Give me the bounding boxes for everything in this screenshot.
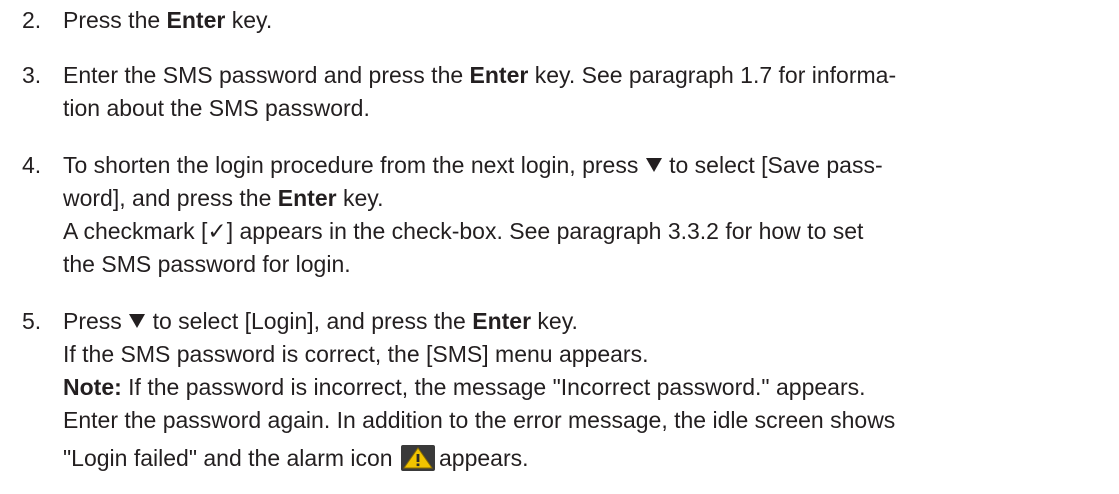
step-line: word], and press the Enter key. (63, 185, 384, 211)
step-line: Press to select [Login], and press the E… (63, 308, 578, 334)
down-triangle-icon (129, 314, 146, 328)
step-line: To shorten the login procedure from the … (63, 152, 883, 178)
step-number: 5. (22, 308, 42, 334)
alarm-icon (400, 445, 435, 471)
step-line: If the SMS password is correct, the [SMS… (63, 341, 649, 367)
note-line: Note: If the password is incorrect, the … (63, 374, 866, 400)
manual-page: 2. Press the Enter key. 3. Enter the SMS… (0, 0, 1119, 494)
step-line: "Login failed" and the alarm icon appear… (63, 445, 529, 471)
step-line: A checkmark [✓] appears in the check-box… (63, 218, 864, 244)
step-line: Enter the SMS password and press the Ent… (63, 62, 897, 88)
step-line: Press the Enter key. (63, 7, 273, 33)
step-line: Enter the password again. In addition to… (63, 407, 896, 433)
step-line: tion about the SMS password. (63, 95, 370, 121)
step-line: the SMS password for login. (63, 251, 351, 277)
down-triangle-icon (645, 158, 662, 172)
step-number: 4. (22, 152, 42, 178)
step-number: 2. (22, 7, 42, 33)
step-number: 3. (22, 62, 42, 88)
